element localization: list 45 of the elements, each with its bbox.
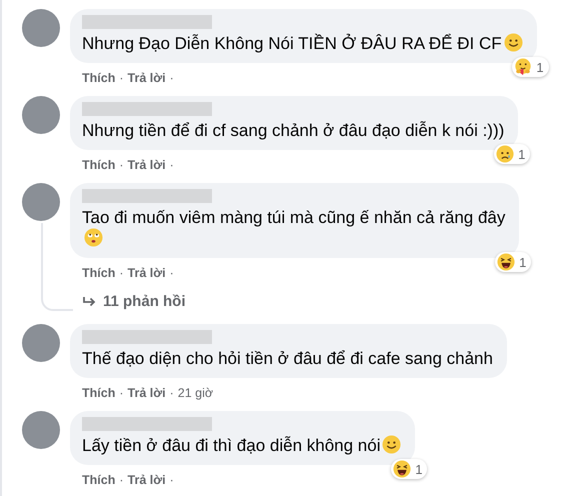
avatar-photo-placeholder[interactable]	[22, 9, 60, 47]
separator-dot: ·	[170, 266, 174, 280]
comment-action-link[interactable]: Thích	[82, 158, 116, 172]
view-replies-link[interactable]: 11 phản hồi	[70, 283, 186, 316]
comment-text: Lấy tiền ở đâu đi thì đạo diễn không nói	[82, 435, 402, 456]
separator-dot: ·	[119, 473, 124, 487]
comment-action-link[interactable]: Thích	[82, 386, 116, 400]
comment-action-link[interactable]: Trả lời	[128, 473, 166, 487]
reaction-count-badge[interactable]: 1	[512, 57, 549, 77]
comment-action-link[interactable]: Thích	[82, 71, 116, 85]
reply-arrow-icon	[82, 296, 96, 308]
reaction-count-badge[interactable]: 1	[391, 459, 428, 479]
reaction-count-badge[interactable]: 1	[494, 144, 530, 164]
separator-dot: ·	[170, 71, 174, 85]
comment-action-link[interactable]: Thích	[82, 266, 116, 280]
laughing-reaction-icon	[497, 253, 516, 271]
comment-text: Tao đi muốn viêm màng túi mà cũng ế nhăn cả răng đây	[82, 207, 506, 249]
separator-dot: ·	[119, 71, 124, 85]
avatar-photo-placeholder[interactable]	[22, 96, 60, 134]
laughing-reaction-icon	[393, 460, 412, 478]
comment-text: Nhưng Đạo Diễn Không Nói TIỀN Ở ĐÂU RA ĐỂ ĐI CF	[82, 33, 523, 54]
hug-reaction-icon	[514, 58, 532, 76]
reaction-count: 1	[519, 254, 526, 270]
separator-dot: ·	[170, 158, 174, 172]
comment-action-link[interactable]: Trả lời	[128, 386, 166, 400]
separator-dot: ·	[170, 386, 174, 400]
separator-dot: ·	[119, 266, 124, 280]
comment-time[interactable]: 21 giờ	[178, 386, 214, 400]
comment-text: Nhưng tiền để đi cf sang chảnh ở đâu đạo diễn k nói :)))	[82, 120, 504, 141]
reaction-count-badge[interactable]: 1	[495, 252, 532, 272]
reaction-count: 1	[518, 146, 526, 162]
comment-action-link[interactable]: Trả lời	[128, 266, 166, 280]
avatar-photo-placeholder[interactable]	[22, 183, 60, 221]
separator-dot: ·	[119, 158, 124, 172]
sad-reaction-icon	[496, 145, 514, 163]
comment-action-link[interactable]: Thích	[82, 473, 116, 487]
comment-text: Thế đạo diện cho hỏi tiền ở đâu để đi cafe sang chảnh	[82, 348, 493, 369]
reaction-count: 1	[536, 60, 544, 74]
avatar-photo-placeholder[interactable]	[22, 324, 60, 362]
reaction-count: 1	[415, 462, 422, 476]
separator-dot: ·	[119, 386, 124, 400]
comment-action-link[interactable]: Trả lời	[128, 158, 166, 172]
separator-dot: ·	[170, 473, 174, 487]
avatar-photo-placeholder[interactable]	[22, 411, 60, 449]
comment-action-link[interactable]: Trả lời	[128, 71, 166, 85]
